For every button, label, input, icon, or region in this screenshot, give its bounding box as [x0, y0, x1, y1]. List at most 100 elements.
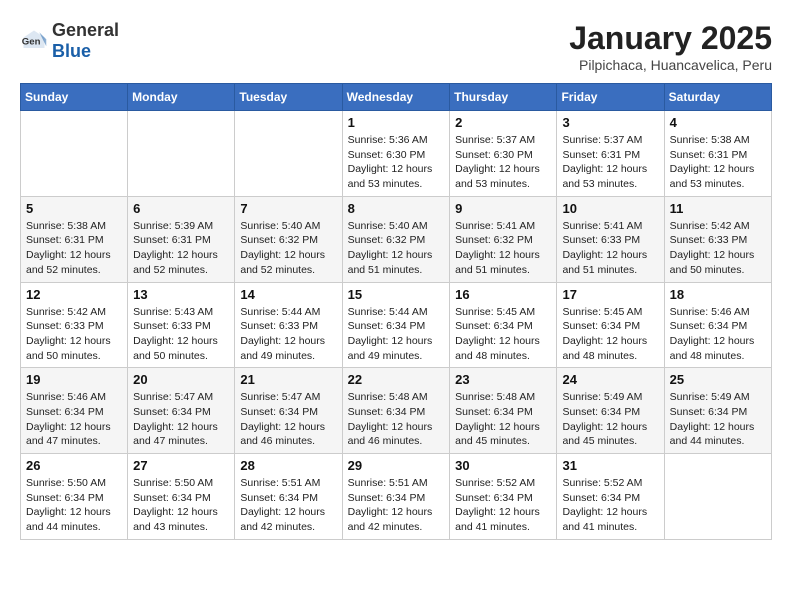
calendar-day-cell: 12Sunrise: 5:42 AM Sunset: 6:33 PM Dayli… — [21, 282, 128, 368]
day-info: Sunrise: 5:48 AM Sunset: 6:34 PM Dayligh… — [455, 390, 551, 449]
day-info: Sunrise: 5:49 AM Sunset: 6:34 PM Dayligh… — [562, 390, 658, 449]
calendar-day-cell: 13Sunrise: 5:43 AM Sunset: 6:33 PM Dayli… — [128, 282, 235, 368]
calendar-week-row: 12Sunrise: 5:42 AM Sunset: 6:33 PM Dayli… — [21, 282, 772, 368]
calendar-day-cell: 28 Sunrise: 5:51 AM Sunset: 6:34 PM Dayli… — [235, 454, 342, 540]
weekday-header: Friday — [557, 84, 664, 111]
calendar-day-cell — [21, 111, 128, 197]
day-info: Sunrise: 5:52 AM Sunset: 6:34 PM Dayligh… — [562, 476, 658, 535]
calendar-day-cell: 27 Sunrise: 5:50 AM Sunset: 6:34 PM Dayli… — [128, 454, 235, 540]
day-number: 1 — [348, 115, 445, 130]
day-info: Sunrise: 5:42 AM Sunset: 6:33 PM Dayligh… — [670, 219, 766, 278]
day-info: Sunrise: 5:39 AM Sunset: 6:31 PM Dayligh… — [133, 219, 229, 278]
day-number: 30 — [455, 458, 551, 473]
day-info: Sunrise: 5:51 AM Sunset: 6:34 PM Dayligh… — [348, 476, 445, 535]
day-number: 5 — [26, 201, 122, 216]
weekday-header: Wednesday — [342, 84, 450, 111]
calendar-body: 1 Sunrise: 5:36 AM Sunset: 6:30 PM Daylig… — [21, 111, 772, 540]
day-info: Sunrise: 5:38 AM Sunset: 6:31 PM Dayligh… — [26, 219, 122, 278]
day-number: 28 — [240, 458, 336, 473]
location-subtitle: Pilpichaca, Huancavelica, Peru — [569, 57, 772, 73]
day-number: 31 — [562, 458, 658, 473]
day-number: 20 — [133, 372, 229, 387]
day-info: Sunrise: 5:49 AM Sunset: 6:34 PM Dayligh… — [670, 390, 766, 449]
day-info: Sunrise: 5:46 AM Sunset: 6:34 PM Dayligh… — [26, 390, 122, 449]
day-number: 16 — [455, 287, 551, 302]
calendar-table: SundayMondayTuesdayWednesdayThursdayFrid… — [20, 83, 772, 540]
calendar-day-cell: 9Sunrise: 5:41 AM Sunset: 6:32 PM Daylig… — [450, 196, 557, 282]
calendar-day-cell: 18 Sunrise: 5:46 AM Sunset: 6:34 PM Dayli… — [664, 282, 771, 368]
calendar-week-row: 26Sunrise: 5:50 AM Sunset: 6:34 PM Dayli… — [21, 454, 772, 540]
weekday-header: Monday — [128, 84, 235, 111]
logo: Gen General Blue — [20, 20, 119, 62]
day-info: Sunrise: 5:46 AM Sunset: 6:34 PM Dayligh… — [670, 305, 766, 364]
day-number: 22 — [348, 372, 445, 387]
logo-icon: Gen — [20, 27, 48, 55]
calendar-day-cell: 7Sunrise: 5:40 AM Sunset: 6:32 PM Daylig… — [235, 196, 342, 282]
calendar-day-cell: 22 Sunrise: 5:48 AM Sunset: 6:34 PM Dayli… — [342, 368, 450, 454]
day-info: Sunrise: 5:36 AM Sunset: 6:30 PM Dayligh… — [348, 133, 445, 192]
calendar-day-cell — [664, 454, 771, 540]
day-info: Sunrise: 5:40 AM Sunset: 6:32 PM Dayligh… — [240, 219, 336, 278]
day-info: Sunrise: 5:37 AM Sunset: 6:31 PM Dayligh… — [562, 133, 658, 192]
weekday-header: Saturday — [664, 84, 771, 111]
calendar-day-cell: 16 Sunrise: 5:45 AM Sunset: 6:34 PM Dayli… — [450, 282, 557, 368]
day-info: Sunrise: 5:38 AM Sunset: 6:31 PM Dayligh… — [670, 133, 766, 192]
day-info: Sunrise: 5:48 AM Sunset: 6:34 PM Dayligh… — [348, 390, 445, 449]
day-info: Sunrise: 5:42 AM Sunset: 6:33 PM Dayligh… — [26, 305, 122, 364]
day-info: Sunrise: 5:41 AM Sunset: 6:33 PM Dayligh… — [562, 219, 658, 278]
day-number: 17 — [562, 287, 658, 302]
calendar-day-cell: 30Sunrise: 5:52 AM Sunset: 6:34 PM Dayli… — [450, 454, 557, 540]
calendar-day-cell: 24 Sunrise: 5:49 AM Sunset: 6:34 PM Dayli… — [557, 368, 664, 454]
calendar-day-cell: 10Sunrise: 5:41 AM Sunset: 6:33 PM Dayli… — [557, 196, 664, 282]
calendar-day-cell: 11 Sunrise: 5:42 AM Sunset: 6:33 PM Dayli… — [664, 196, 771, 282]
day-number: 4 — [670, 115, 766, 130]
day-number: 6 — [133, 201, 229, 216]
calendar-week-row: 1 Sunrise: 5:36 AM Sunset: 6:30 PM Daylig… — [21, 111, 772, 197]
calendar-day-cell: 19 Sunrise: 5:46 AM Sunset: 6:34 PM Dayli… — [21, 368, 128, 454]
calendar-day-cell: 23 Sunrise: 5:48 AM Sunset: 6:34 PM Dayli… — [450, 368, 557, 454]
day-info: Sunrise: 5:47 AM Sunset: 6:34 PM Dayligh… — [133, 390, 229, 449]
day-info: Sunrise: 5:45 AM Sunset: 6:34 PM Dayligh… — [562, 305, 658, 364]
day-info: Sunrise: 5:44 AM Sunset: 6:33 PM Dayligh… — [240, 305, 336, 364]
calendar-day-cell: 26Sunrise: 5:50 AM Sunset: 6:34 PM Dayli… — [21, 454, 128, 540]
weekday-header: Sunday — [21, 84, 128, 111]
day-number: 8 — [348, 201, 445, 216]
calendar-day-cell — [128, 111, 235, 197]
day-info: Sunrise: 5:37 AM Sunset: 6:30 PM Dayligh… — [455, 133, 551, 192]
page-header: Gen General Blue January 2025 Pilpichaca… — [20, 20, 772, 73]
day-info: Sunrise: 5:51 AM Sunset: 6:34 PM Dayligh… — [240, 476, 336, 535]
weekday-header: Thursday — [450, 84, 557, 111]
day-number: 24 — [562, 372, 658, 387]
calendar-day-cell: 4 Sunrise: 5:38 AM Sunset: 6:31 PM Daylig… — [664, 111, 771, 197]
day-number: 18 — [670, 287, 766, 302]
day-info: Sunrise: 5:44 AM Sunset: 6:34 PM Dayligh… — [348, 305, 445, 364]
day-number: 21 — [240, 372, 336, 387]
day-info: Sunrise: 5:50 AM Sunset: 6:34 PM Dayligh… — [133, 476, 229, 535]
calendar-day-cell: 2 Sunrise: 5:37 AM Sunset: 6:30 PM Daylig… — [450, 111, 557, 197]
weekday-header: Tuesday — [235, 84, 342, 111]
day-info: Sunrise: 5:50 AM Sunset: 6:34 PM Dayligh… — [26, 476, 122, 535]
day-number: 27 — [133, 458, 229, 473]
day-number: 23 — [455, 372, 551, 387]
calendar-day-cell: 8Sunrise: 5:40 AM Sunset: 6:32 PM Daylig… — [342, 196, 450, 282]
day-number: 29 — [348, 458, 445, 473]
logo-text: General Blue — [52, 20, 119, 62]
calendar-day-cell: 3 Sunrise: 5:37 AM Sunset: 6:31 PM Daylig… — [557, 111, 664, 197]
calendar-day-cell: 31 Sunrise: 5:52 AM Sunset: 6:34 PM Dayli… — [557, 454, 664, 540]
calendar-day-cell: 14 Sunrise: 5:44 AM Sunset: 6:33 PM Dayli… — [235, 282, 342, 368]
calendar-day-cell — [235, 111, 342, 197]
logo-blue: Blue — [52, 41, 119, 62]
day-number: 13 — [133, 287, 229, 302]
day-number: 11 — [670, 201, 766, 216]
month-title: January 2025 — [569, 20, 772, 57]
day-number: 2 — [455, 115, 551, 130]
calendar-day-cell: 21Sunrise: 5:47 AM Sunset: 6:34 PM Dayli… — [235, 368, 342, 454]
day-number: 25 — [670, 372, 766, 387]
day-number: 19 — [26, 372, 122, 387]
calendar-day-cell: 25 Sunrise: 5:49 AM Sunset: 6:34 PM Dayli… — [664, 368, 771, 454]
calendar-day-cell: 1 Sunrise: 5:36 AM Sunset: 6:30 PM Daylig… — [342, 111, 450, 197]
day-number: 14 — [240, 287, 336, 302]
day-number: 3 — [562, 115, 658, 130]
calendar-header: SundayMondayTuesdayWednesdayThursdayFrid… — [21, 84, 772, 111]
day-info: Sunrise: 5:45 AM Sunset: 6:34 PM Dayligh… — [455, 305, 551, 364]
